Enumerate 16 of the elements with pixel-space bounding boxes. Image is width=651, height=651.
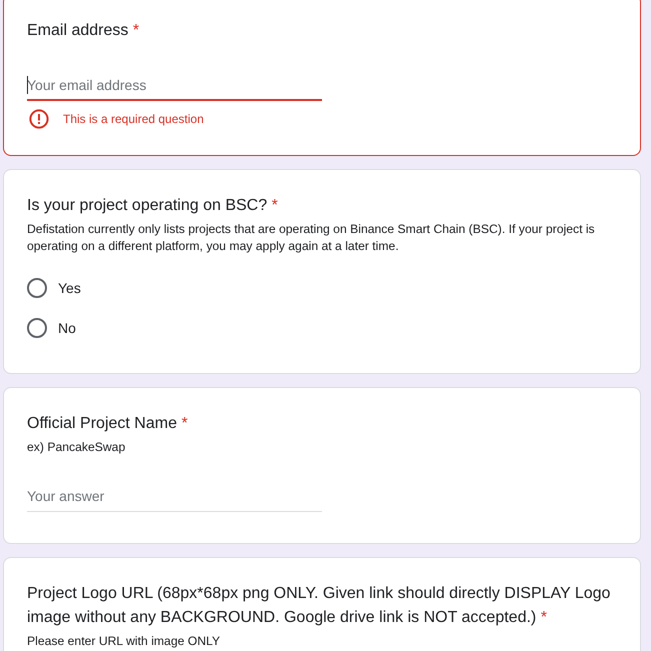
question-title: Official Project Name * (27, 414, 189, 434)
question-title: Email address * (27, 21, 140, 41)
question-description: Defistation currently only lists projects that are operating on Binance Smart Chain (BSC). If your project is operating on a different platform, you may apply again at a later time. (27, 221, 596, 255)
text-cursor-icon (27, 76, 28, 94)
question-title: Project Logo URL (68px*68px png ONLY. Given link should directly DISPLAY Logo image without any BACKGROUND. Google drive link is NOT accepted.) * (27, 584, 612, 628)
question-description: Please enter URL with image ONLY (27, 633, 222, 650)
email-input[interactable]: Your email address (27, 72, 322, 101)
option-label[interactable]: Yes (58, 278, 81, 298)
question-title: Is your project operating on BSC? * (27, 196, 279, 216)
option-label[interactable]: No (58, 318, 76, 338)
radio-button[interactable] (27, 318, 47, 338)
radio-button[interactable] (27, 278, 47, 298)
question-description: ex) PancakeSwap (27, 439, 126, 456)
error-message: This is a required question (63, 111, 204, 127)
answer-input[interactable]: Your answer (27, 483, 322, 512)
error-icon (29, 109, 49, 129)
